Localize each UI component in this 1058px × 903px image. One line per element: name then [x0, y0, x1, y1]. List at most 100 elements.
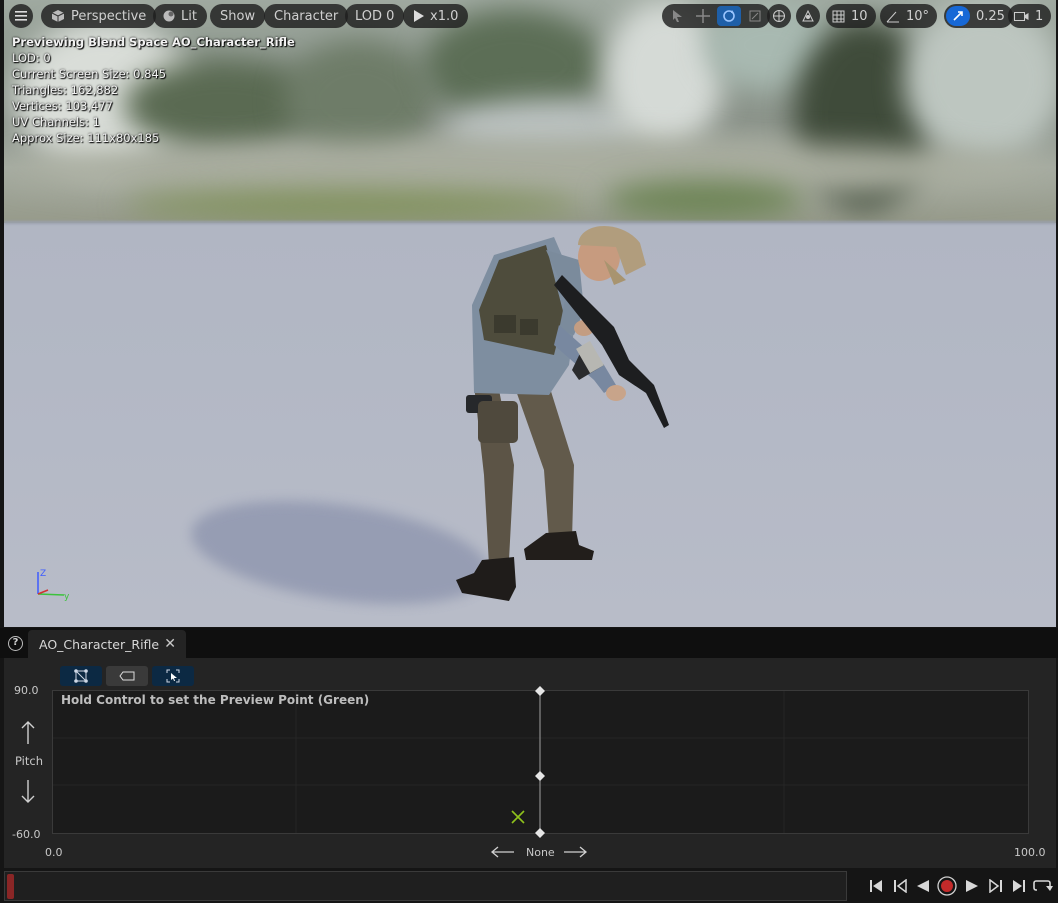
step-back-button[interactable]	[890, 877, 910, 895]
scale-mode-button[interactable]	[743, 6, 767, 26]
character-mesh	[456, 225, 669, 601]
surface-snap-button[interactable]	[796, 4, 820, 28]
lit-sphere-icon	[163, 10, 175, 22]
move-arrows-icon	[696, 9, 710, 23]
skip-to-end-button[interactable]	[1009, 877, 1029, 895]
cube-icon	[51, 10, 65, 22]
blend-space-grid[interactable]: Hold Control to set the Preview Point (G…	[52, 686, 1029, 838]
character-shadow	[184, 484, 496, 621]
scale-snap-toggle[interactable]	[946, 6, 970, 26]
loop-button[interactable]	[1033, 877, 1053, 895]
angle-icon	[886, 11, 899, 22]
fit-cursor-icon	[166, 669, 180, 683]
grid-lines	[53, 691, 1028, 833]
playhead[interactable]	[7, 874, 14, 899]
scale-snap-value: 0.25	[976, 8, 1005, 24]
x-axis-min-label: 0.0	[45, 846, 63, 859]
preview-hint: Hold Control to set the Preview Point (G…	[61, 693, 370, 707]
stretch-to-fit-button[interactable]	[152, 666, 194, 686]
step-forward-icon	[989, 879, 1002, 893]
globe-icon	[773, 10, 785, 22]
right-arrow-icon	[564, 846, 588, 858]
camera-speed-value: 1	[1035, 8, 1044, 24]
scale-snap-button[interactable]: 0.25	[944, 4, 1013, 28]
lit-label: Lit	[181, 8, 197, 24]
play-icon	[414, 10, 424, 22]
scale-arrow-icon	[953, 11, 963, 21]
approx-size-stat: Approx Size: 111x80x185	[12, 131, 160, 145]
skip-to-start-icon	[870, 880, 882, 892]
surface-snap-icon	[802, 9, 814, 22]
play-speed-label: x1.0	[430, 8, 459, 24]
show-triangulation-button[interactable]	[60, 666, 102, 686]
grid-icon	[832, 10, 845, 22]
down-arrow-icon	[21, 780, 35, 803]
camera-icon	[1014, 11, 1029, 21]
translate-mode-button[interactable]	[691, 6, 715, 26]
record-button[interactable]	[937, 876, 957, 896]
tag-icon	[119, 671, 135, 681]
tab-close-icon[interactable]: ✕	[164, 636, 176, 652]
rotate-icon	[723, 10, 735, 22]
rotate-mode-button[interactable]	[717, 6, 741, 26]
character-label: Character	[274, 8, 339, 24]
up-arrow-icon	[21, 721, 35, 744]
sample-point-bottom[interactable]	[535, 828, 545, 838]
blend-space-editor: 90.0 Pitch -60.0 Hold Control to set the…	[4, 658, 1056, 868]
show-label: Show	[220, 8, 256, 24]
show-labels-button[interactable]	[106, 666, 148, 686]
scale-icon	[749, 10, 761, 22]
axis-gizmo: Z y	[37, 569, 70, 602]
x-axis-name: None	[526, 846, 555, 859]
y-axis-label: y	[64, 592, 70, 602]
sample-point-middle[interactable]	[535, 771, 545, 781]
y-axis-max-label: 90.0	[14, 684, 39, 697]
screen-size-stat: Current Screen Size: 0.845	[12, 67, 167, 81]
rotation-snap-value: 10°	[906, 8, 930, 24]
step-back-icon	[894, 879, 907, 893]
lit-button[interactable]: Lit	[153, 4, 207, 28]
y-axis-min-label: -60.0	[12, 828, 41, 841]
z-axis-label: Z	[40, 569, 46, 579]
grid-snap-value: 10	[851, 8, 868, 24]
play-reverse-button[interactable]	[913, 877, 933, 895]
show-button[interactable]: Show	[210, 4, 266, 28]
step-forward-button[interactable]	[986, 877, 1006, 895]
tab-ao-character-rifle[interactable]: AO_Character_Rifle ✕	[28, 630, 186, 658]
tab-label: AO_Character_Rifle	[39, 637, 160, 652]
vertices-stat: Vertices: 103,477	[12, 99, 113, 113]
rotation-snap-button[interactable]: 10°	[880, 4, 938, 28]
select-mode-button[interactable]	[665, 6, 689, 26]
left-arrow-icon	[490, 846, 514, 858]
skip-to-start-button[interactable]	[866, 877, 886, 895]
lod-button[interactable]: LOD 0	[345, 4, 405, 28]
viewport-menu-button[interactable]	[9, 4, 33, 28]
sample-point-top[interactable]	[535, 686, 545, 696]
panel-tab-bar: ? AO_Character_Rifle ✕	[0, 628, 1058, 658]
camera-speed-button[interactable]: 1	[1008, 4, 1052, 28]
lod-stat: LOD: 0	[12, 51, 51, 65]
grid-snap-button[interactable]: 10	[826, 4, 876, 28]
play-speed-button[interactable]: x1.0	[403, 4, 469, 28]
play-button[interactable]	[962, 877, 982, 895]
timeline-scrubber[interactable]	[4, 871, 847, 901]
play-reverse-icon	[917, 880, 929, 892]
character-button[interactable]: Character	[264, 4, 349, 28]
x-axis-max-label: 100.0	[1014, 846, 1046, 859]
lod-label: LOD 0	[355, 8, 395, 24]
uv-channels-stat: UV Channels: 1	[12, 115, 100, 129]
transport-bar	[0, 868, 1058, 903]
transform-mode-group	[662, 4, 770, 28]
preview-viewport[interactable]: Previewing Blend Space AO_Character_Rifl…	[4, 0, 1056, 627]
preview-point-marker[interactable]	[511, 810, 525, 824]
viewport-stats: Previewing Blend Space AO_Character_Rifl…	[12, 34, 295, 146]
help-icon[interactable]: ?	[8, 636, 23, 651]
preview-title: Previewing Blend Space AO_Character_Rifl…	[12, 35, 295, 49]
triangulation-icon	[74, 669, 88, 683]
record-icon	[937, 876, 957, 896]
cursor-icon	[672, 10, 682, 22]
loop-icon	[1033, 880, 1053, 891]
triangles-stat: Triangles: 162,882	[12, 83, 119, 97]
world-local-button[interactable]	[767, 4, 791, 28]
perspective-button[interactable]: Perspective	[41, 4, 157, 28]
